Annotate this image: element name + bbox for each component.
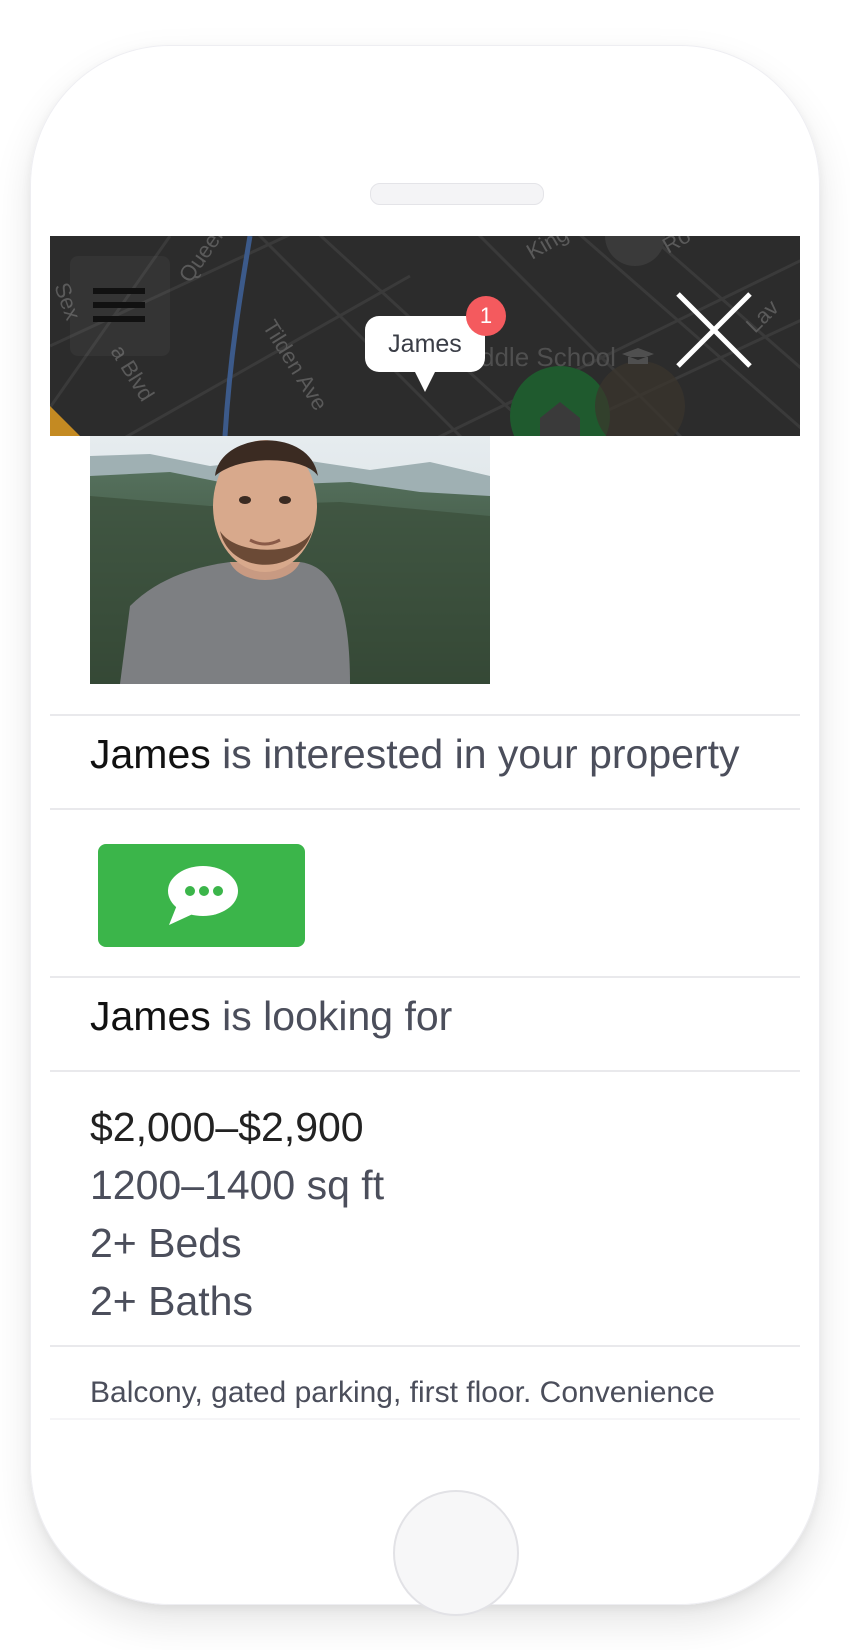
baths-requirement: 2+ Baths	[90, 1278, 253, 1324]
home-button[interactable]	[393, 1490, 519, 1616]
size-range: 1200–1400 sq ft	[90, 1162, 385, 1208]
price-range: $2,000–$2,900	[90, 1104, 364, 1150]
menu-line	[93, 288, 145, 294]
pin-tail	[415, 372, 435, 392]
street-label: Ro	[658, 236, 695, 258]
map-header[interactable]: Queen Tilden Ave a Blvd King Ro Lav Sex …	[50, 236, 800, 436]
beds-requirement: 2+ Beds	[90, 1220, 242, 1266]
street-label: Tilden Ave	[258, 315, 333, 414]
close-x-icon[interactable]	[670, 286, 758, 374]
interest-message: James is interested in your property	[90, 702, 739, 806]
school-icon	[622, 348, 654, 364]
divider	[50, 808, 800, 810]
phone-speaker	[370, 183, 544, 205]
notification-badge: 1	[466, 296, 506, 336]
divider	[50, 1070, 800, 1072]
search-criteria: $2,000–$2,900 1200–1400 sq ft 2+ Beds 2+…	[90, 1098, 384, 1330]
menu-line	[93, 316, 145, 322]
street-label: King	[522, 236, 573, 264]
poi-label: ddle School	[480, 342, 616, 372]
profile-photo	[90, 436, 490, 684]
message-button[interactable]	[98, 844, 305, 947]
hamburger-menu-icon[interactable]	[70, 256, 170, 356]
interest-text: is interested in your property	[222, 731, 740, 777]
screen-bottom-edge	[50, 1418, 800, 1420]
looking-for-heading: James is looking for	[90, 966, 452, 1066]
looking-for-text: is looking for	[222, 993, 453, 1039]
notes-text: Balcony, gated parking, first floor. Con…	[90, 1376, 715, 1409]
buyer-name: James	[90, 731, 211, 777]
profile-photo-of-james	[90, 436, 490, 684]
app-screen: Queen Tilden Ave a Blvd King Ro Lav Sex …	[50, 236, 800, 1418]
chat-bubble-icon	[167, 865, 238, 925]
divider	[50, 1345, 800, 1347]
street-label: Queen	[174, 236, 232, 287]
menu-line	[93, 302, 145, 308]
pin-name: James	[388, 329, 462, 358]
buyer-name: James	[90, 993, 211, 1039]
